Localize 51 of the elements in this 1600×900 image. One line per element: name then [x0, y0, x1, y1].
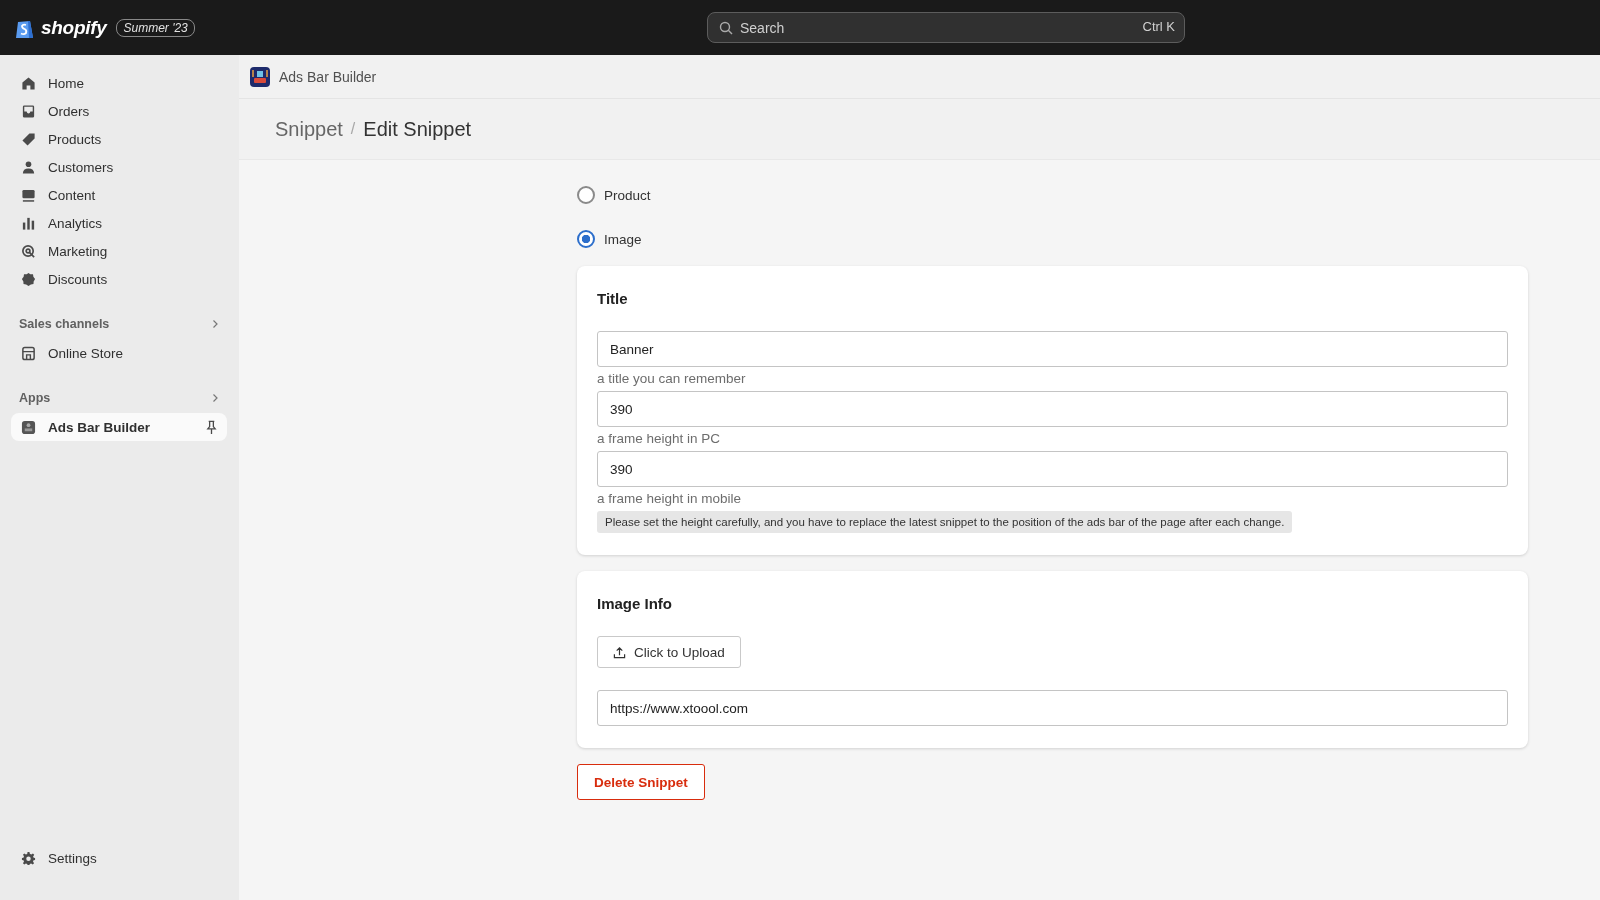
chevron-right-icon[interactable]	[211, 393, 219, 403]
app-logo-icon	[250, 66, 270, 87]
logo-text[interactable]: shopify	[41, 16, 107, 39]
page-title: Edit Snippet	[363, 117, 472, 141]
url-input[interactable]: https://www.xtoool.com	[597, 690, 1508, 726]
home-icon	[21, 75, 36, 91]
nav-item[interactable]: Online Store	[11, 339, 227, 367]
nav-item[interactable]: Content	[11, 181, 227, 209]
nav-item[interactable]: Orders	[11, 97, 227, 125]
nav-item[interactable]: Home	[11, 69, 227, 97]
nav-item[interactable]: Marketing	[11, 237, 227, 265]
upload-icon	[613, 645, 626, 659]
search-icon	[719, 21, 733, 35]
target-icon	[21, 243, 36, 259]
nav-item[interactable]: Products	[11, 125, 227, 153]
app-item[interactable]: Ads Bar Builder	[11, 413, 227, 441]
app-title: Ads Bar Builder	[279, 68, 377, 85]
card-heading: Title	[597, 290, 629, 307]
edition-badge: Summer '23	[116, 18, 195, 37]
section-heading[interactable]: Sales channels	[19, 317, 110, 331]
field-hint: a frame height in PC	[597, 430, 722, 448]
settings-item[interactable]: Settings	[11, 844, 227, 872]
storefront-icon	[21, 345, 36, 361]
pin-icon[interactable]	[205, 419, 218, 435]
text-input[interactable]: 390	[597, 391, 1508, 427]
text-input[interactable]: Banner	[597, 331, 1508, 367]
card-heading: Image Info	[597, 595, 673, 612]
delete-button[interactable]: Delete Snippet	[577, 764, 705, 800]
person-icon	[21, 159, 36, 175]
radio-option[interactable]: Product	[577, 186, 1528, 204]
nav-item[interactable]: Analytics	[11, 209, 227, 237]
notice-text: Please set the height carefully, and you have to replace the latest snippet to the position of the ads bar of the page after each change.	[597, 511, 1293, 533]
monitor-icon	[21, 187, 36, 203]
breadcrumb-separator: /	[350, 120, 356, 138]
text-input[interactable]: 390	[597, 451, 1508, 487]
nav-item[interactable]: Customers	[11, 153, 227, 181]
breadcrumb-link[interactable]: Snippet	[275, 117, 343, 141]
tag-icon	[21, 131, 36, 147]
settings-icon	[21, 850, 36, 866]
radio-option[interactable]: Image	[577, 230, 1528, 248]
chevron-right-icon[interactable]	[211, 319, 219, 329]
app-icon	[21, 419, 36, 435]
upload-button[interactable]: Click to Upload	[597, 636, 741, 668]
inbox-icon	[21, 103, 36, 119]
nav-item[interactable]: Discounts	[11, 265, 227, 293]
shortcut-hint: Ctrl K	[1142, 19, 1175, 34]
badge-icon	[21, 271, 36, 287]
bar-chart-icon	[21, 215, 36, 231]
field-hint: a frame height in mobile	[597, 490, 743, 508]
field-hint: a title you can remember	[597, 370, 747, 388]
section-heading[interactable]: Apps	[19, 391, 51, 405]
